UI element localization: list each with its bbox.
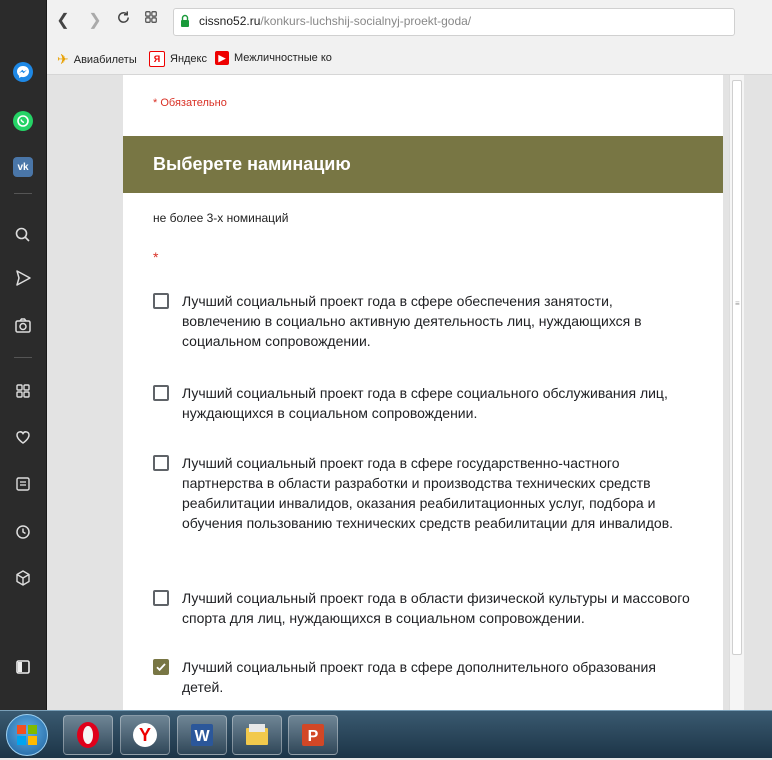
word-icon: W (191, 724, 213, 746)
bookmarks-bar: ✈ Авиабилеты Я Яндекс ▶ Межличностные ко (47, 44, 772, 75)
checkbox-checked[interactable] (153, 659, 169, 675)
back-button[interactable]: ❮ (53, 10, 73, 30)
bookmark-label: Авиабилеты (73, 53, 137, 66)
grid-icon[interactable] (11, 379, 35, 403)
section-header: Выберете наминацию (123, 136, 723, 193)
checkbox[interactable] (153, 590, 169, 606)
bookmark-label: Яндекс (170, 53, 207, 65)
yandex-icon: Я (149, 51, 165, 67)
section-title: Выберете наминацию (153, 154, 351, 174)
search-icon[interactable] (11, 223, 35, 247)
checkmark-icon (156, 663, 166, 672)
sidebar-divider (14, 357, 32, 358)
vk-icon[interactable]: vk (13, 157, 33, 177)
youtube-icon: ▶ (215, 51, 229, 65)
forward-button[interactable]: ❯ (85, 10, 105, 30)
heart-icon[interactable] (11, 425, 35, 449)
page-viewport: * Обязательно Выберете наминацию не боле… (47, 75, 772, 710)
file-manager-taskbar-button[interactable] (232, 715, 282, 755)
checkbox[interactable] (153, 293, 169, 309)
section-description: не более 3-х номинаций (153, 211, 289, 225)
bookmark-item[interactable]: ✈ Авиабилеты (57, 51, 137, 68)
yandex-browser-icon: Y (133, 723, 157, 747)
word-taskbar-button[interactable]: W (177, 715, 227, 755)
svg-text:P: P (308, 728, 319, 745)
scrollbar-thumb[interactable]: ≡ (732, 80, 742, 655)
sidebar-divider (14, 193, 32, 194)
option-label: Лучший социальный проект года в сфере до… (182, 659, 656, 695)
box-icon[interactable] (11, 566, 35, 590)
svg-text:W: W (194, 728, 210, 745)
url-path: /konkurs-luchshij-socialnyj-proekt-goda/ (260, 14, 472, 28)
powerpoint-taskbar-button[interactable]: P (288, 715, 338, 755)
bookmark-item[interactable]: ▶ Межличностные ко (215, 51, 332, 65)
checkbox[interactable] (153, 385, 169, 401)
whatsapp-icon[interactable] (13, 111, 33, 131)
url-input[interactable]: cissno52.ru/konkurs-luchshij-socialnyj-p… (173, 8, 735, 36)
browser-sidebar: vk (0, 0, 47, 710)
form-card: * Обязательно Выберете наминацию не боле… (123, 75, 723, 710)
address-bar-row: ❮ ❯ cissno52.ru/konkurs-luchshij-socialn… (47, 0, 772, 44)
option-label: Лучший социальный проект года в сфере об… (182, 293, 642, 349)
speed-dial-button[interactable] (141, 10, 161, 29)
sidebar-toggle-icon[interactable] (11, 655, 35, 679)
lock-icon (181, 14, 189, 27)
scrollbar[interactable]: ≡ (729, 75, 744, 710)
bookmark-label: Межличностные ко (234, 52, 332, 64)
powerpoint-icon: P (302, 724, 324, 746)
news-icon[interactable] (11, 472, 35, 496)
url-text: cissno52.ru/konkurs-luchshij-socialnyj-p… (199, 14, 471, 28)
required-star: * (153, 249, 159, 265)
opera-taskbar-button[interactable] (63, 715, 113, 755)
history-icon[interactable] (11, 520, 35, 544)
checkbox[interactable] (153, 455, 169, 471)
yandex-browser-taskbar-button[interactable]: Y (120, 715, 170, 755)
reload-button[interactable] (113, 10, 133, 30)
bookmark-item[interactable]: Я Яндекс (149, 51, 207, 67)
windows-start-button[interactable] (6, 714, 48, 756)
windows-logo-icon (17, 725, 37, 745)
plane-icon: ✈ (57, 51, 69, 67)
camera-icon[interactable] (11, 313, 35, 337)
option-label: Лучший социальный проект года в области … (182, 590, 690, 626)
send-icon[interactable] (11, 266, 35, 290)
messenger-icon[interactable] (13, 62, 33, 82)
grip-icon: ≡ (735, 299, 740, 308)
opera-icon (77, 722, 99, 748)
option-label: Лучший социальный проект года в сфере го… (182, 455, 674, 531)
required-note: * Обязательно (153, 97, 227, 109)
svg-text:Y: Y (139, 725, 151, 745)
taskbar: Y W P (0, 710, 772, 758)
url-host: cissno52.ru (199, 14, 261, 28)
file-manager-icon (246, 724, 268, 745)
option-label: Лучший социальный проект года в сфере со… (182, 385, 668, 421)
